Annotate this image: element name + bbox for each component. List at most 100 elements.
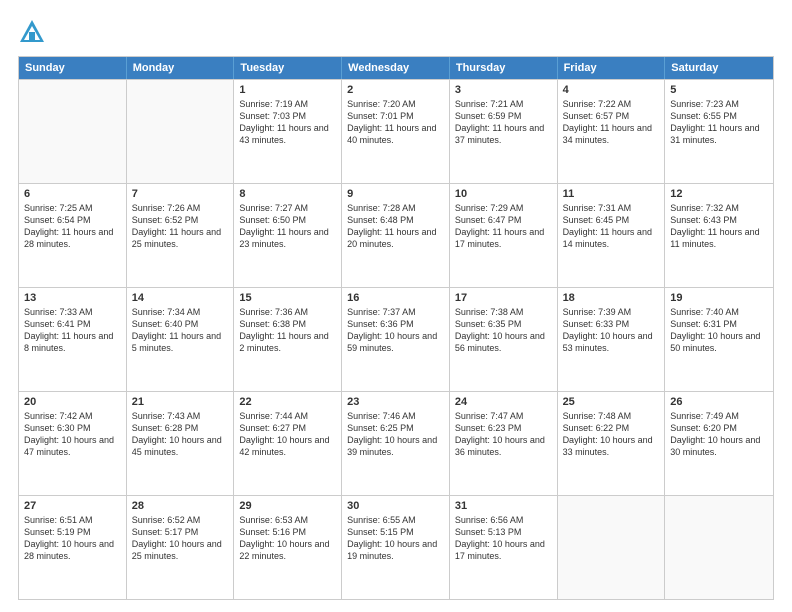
cell-info: Sunrise: 7:25 AM Sunset: 6:54 PM Dayligh… — [24, 202, 121, 251]
cell-info: Sunrise: 7:48 AM Sunset: 6:22 PM Dayligh… — [563, 410, 660, 459]
calendar-cell: 21 Sunrise: 7:43 AM Sunset: 6:28 PM Dayli… — [127, 392, 235, 495]
calendar-cell: 19 Sunrise: 7:40 AM Sunset: 6:31 PM Dayli… — [665, 288, 773, 391]
calendar-row-0: 1 Sunrise: 7:19 AM Sunset: 7:03 PM Daylig… — [19, 79, 773, 183]
day-number: 9 — [347, 188, 444, 200]
cell-info: Sunrise: 7:19 AM Sunset: 7:03 PM Dayligh… — [239, 98, 336, 147]
calendar-cell: 8Sunrise: 7:27 AM Sunset: 6:50 PM Daylig… — [234, 184, 342, 287]
calendar-row-1: 6 Sunrise: 7:25 AM Sunset: 6:54 PM Daylig… — [19, 183, 773, 287]
weekday-header-tuesday: Tuesday — [234, 57, 342, 79]
calendar-header: SundayMondayTuesdayWednesdayThursdayFrid… — [19, 57, 773, 79]
cell-info: Sunrise: 7:47 AM Sunset: 6:23 PM Dayligh… — [455, 410, 552, 459]
cell-info: Sunrise: 6:52 AM Sunset: 5:17 PM Dayligh… — [132, 514, 229, 563]
cell-info: Sunrise: 7:38 AM Sunset: 6:35 PM Dayligh… — [455, 306, 552, 355]
day-number: 21 — [132, 396, 229, 408]
cell-info: Sunrise: 7:34 AM Sunset: 6:40 PM Dayligh… — [132, 306, 229, 355]
day-number: 15 — [239, 292, 336, 304]
calendar-cell: 30 Sunrise: 6:55 AM Sunset: 5:15 PM Dayli… — [342, 496, 450, 599]
weekday-header-wednesday: Wednesday — [342, 57, 450, 79]
day-number: 2 — [347, 84, 444, 96]
day-number: 14 — [132, 292, 229, 304]
cell-info: Sunrise: 7:36 AM Sunset: 6:38 PM Dayligh… — [239, 306, 336, 355]
cell-info: Sunrise: 7:28 AM Sunset: 6:48 PM Dayligh… — [347, 202, 444, 251]
cell-info: Sunrise: 7:43 AM Sunset: 6:28 PM Dayligh… — [132, 410, 229, 459]
day-number: 1 — [239, 84, 336, 96]
calendar-cell: 31 Sunrise: 6:56 AM Sunset: 5:13 PM Dayli… — [450, 496, 558, 599]
day-number: 3 — [455, 84, 552, 96]
calendar: SundayMondayTuesdayWednesdayThursdayFrid… — [18, 56, 774, 600]
calendar-cell: 16 Sunrise: 7:37 AM Sunset: 6:36 PM Dayli… — [342, 288, 450, 391]
calendar-cell: 28 Sunrise: 6:52 AM Sunset: 5:17 PM Dayli… — [127, 496, 235, 599]
calendar-cell: 12 Sunrise: 7:32 AM Sunset: 6:43 PM Dayli… — [665, 184, 773, 287]
calendar-cell: 11 Sunrise: 7:31 AM Sunset: 6:45 PM Dayli… — [558, 184, 666, 287]
weekday-header-sunday: Sunday — [19, 57, 127, 79]
cell-info: Sunrise: 7:23 AM Sunset: 6:55 PM Dayligh… — [670, 98, 768, 147]
page: SundayMondayTuesdayWednesdayThursdayFrid… — [0, 0, 792, 612]
calendar-cell: 18 Sunrise: 7:39 AM Sunset: 6:33 PM Dayli… — [558, 288, 666, 391]
day-number: 5 — [670, 84, 768, 96]
cell-info: Sunrise: 7:37 AM Sunset: 6:36 PM Dayligh… — [347, 306, 444, 355]
calendar-cell: 29 Sunrise: 6:53 AM Sunset: 5:16 PM Dayli… — [234, 496, 342, 599]
weekday-header-saturday: Saturday — [665, 57, 773, 79]
cell-info: Sunrise: 7:20 AM Sunset: 7:01 PM Dayligh… — [347, 98, 444, 147]
cell-info: Sunrise: 6:53 AM Sunset: 5:16 PM Dayligh… — [239, 514, 336, 563]
calendar-cell: 1 Sunrise: 7:19 AM Sunset: 7:03 PM Daylig… — [234, 80, 342, 183]
day-number: 7 — [132, 188, 229, 200]
day-number: 24 — [455, 396, 552, 408]
calendar-cell: 14 Sunrise: 7:34 AM Sunset: 6:40 PM Dayli… — [127, 288, 235, 391]
calendar-cell — [665, 496, 773, 599]
calendar-cell: 13 Sunrise: 7:33 AM Sunset: 6:41 PM Dayli… — [19, 288, 127, 391]
cell-info: Sunrise: 7:33 AM Sunset: 6:41 PM Dayligh… — [24, 306, 121, 355]
calendar-cell: 2 Sunrise: 7:20 AM Sunset: 7:01 PM Daylig… — [342, 80, 450, 183]
day-number: 25 — [563, 396, 660, 408]
calendar-cell — [558, 496, 666, 599]
calendar-cell: 25 Sunrise: 7:48 AM Sunset: 6:22 PM Dayli… — [558, 392, 666, 495]
cell-info: Sunrise: 7:39 AM Sunset: 6:33 PM Dayligh… — [563, 306, 660, 355]
header — [18, 18, 774, 46]
day-number: 8 — [239, 188, 336, 200]
calendar-row-3: 20Sunrise: 7:42 AM Sunset: 6:30 PM Dayli… — [19, 391, 773, 495]
cell-info: Sunrise: 7:40 AM Sunset: 6:31 PM Dayligh… — [670, 306, 768, 355]
day-number: 26 — [670, 396, 768, 408]
cell-info: Sunrise: 7:22 AM Sunset: 6:57 PM Dayligh… — [563, 98, 660, 147]
calendar-cell: 7Sunrise: 7:26 AM Sunset: 6:52 PM Daylig… — [127, 184, 235, 287]
calendar-cell: 9 Sunrise: 7:28 AM Sunset: 6:48 PM Daylig… — [342, 184, 450, 287]
cell-info: Sunrise: 6:55 AM Sunset: 5:15 PM Dayligh… — [347, 514, 444, 563]
cell-info: Sunrise: 7:49 AM Sunset: 6:20 PM Dayligh… — [670, 410, 768, 459]
cell-info: Sunrise: 7:32 AM Sunset: 6:43 PM Dayligh… — [670, 202, 768, 251]
cell-info: Sunrise: 6:56 AM Sunset: 5:13 PM Dayligh… — [455, 514, 552, 563]
day-number: 19 — [670, 292, 768, 304]
day-number: 20 — [24, 396, 121, 408]
calendar-cell: 17Sunrise: 7:38 AM Sunset: 6:35 PM Dayli… — [450, 288, 558, 391]
day-number: 13 — [24, 292, 121, 304]
day-number: 31 — [455, 500, 552, 512]
day-number: 28 — [132, 500, 229, 512]
calendar-cell: 24 Sunrise: 7:47 AM Sunset: 6:23 PM Dayli… — [450, 392, 558, 495]
calendar-cell: 3 Sunrise: 7:21 AM Sunset: 6:59 PM Daylig… — [450, 80, 558, 183]
cell-info: Sunrise: 6:51 AM Sunset: 5:19 PM Dayligh… — [24, 514, 121, 563]
day-number: 30 — [347, 500, 444, 512]
cell-info: Sunrise: 7:44 AM Sunset: 6:27 PM Dayligh… — [239, 410, 336, 459]
day-number: 23 — [347, 396, 444, 408]
day-number: 22 — [239, 396, 336, 408]
calendar-cell: 20Sunrise: 7:42 AM Sunset: 6:30 PM Dayli… — [19, 392, 127, 495]
day-number: 12 — [670, 188, 768, 200]
calendar-cell: 6 Sunrise: 7:25 AM Sunset: 6:54 PM Daylig… — [19, 184, 127, 287]
calendar-cell — [127, 80, 235, 183]
calendar-cell: 22 Sunrise: 7:44 AM Sunset: 6:27 PM Dayli… — [234, 392, 342, 495]
day-number: 10 — [455, 188, 552, 200]
cell-info: Sunrise: 7:21 AM Sunset: 6:59 PM Dayligh… — [455, 98, 552, 147]
calendar-cell: 26 Sunrise: 7:49 AM Sunset: 6:20 PM Dayli… — [665, 392, 773, 495]
day-number: 11 — [563, 188, 660, 200]
cell-info: Sunrise: 7:46 AM Sunset: 6:25 PM Dayligh… — [347, 410, 444, 459]
cell-info: Sunrise: 7:31 AM Sunset: 6:45 PM Dayligh… — [563, 202, 660, 251]
calendar-cell: 23 Sunrise: 7:46 AM Sunset: 6:25 PM Dayli… — [342, 392, 450, 495]
day-number: 18 — [563, 292, 660, 304]
calendar-cell: 5 Sunrise: 7:23 AM Sunset: 6:55 PM Daylig… — [665, 80, 773, 183]
day-number: 6 — [24, 188, 121, 200]
calendar-row-2: 13 Sunrise: 7:33 AM Sunset: 6:41 PM Dayli… — [19, 287, 773, 391]
day-number: 16 — [347, 292, 444, 304]
logo — [18, 18, 50, 46]
day-number: 29 — [239, 500, 336, 512]
weekday-header-monday: Monday — [127, 57, 235, 79]
day-number: 27 — [24, 500, 121, 512]
